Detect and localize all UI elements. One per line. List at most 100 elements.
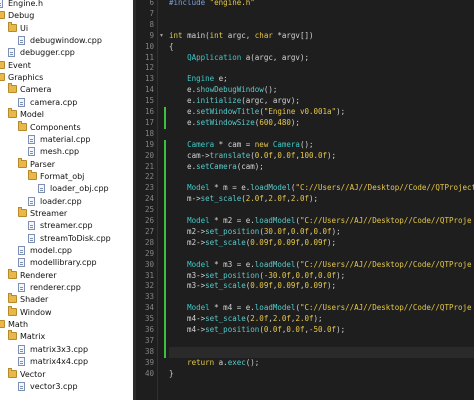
tree-file[interactable]: model.cpp [0,244,133,257]
tree-item-label: modellibrary.cpp [30,258,97,268]
code-line[interactable]: Model * m4 = e.loadModel("C://Users//AJ/… [169,303,471,314]
code-token: * cam = [214,139,255,149]
tree-item-label: mesh.cpp [40,147,80,157]
folder-icon [18,157,27,168]
tree-folder[interactable]: Vector [0,367,133,381]
code-line[interactable]: m4->set_position(0.0f,0.0f,-50.0f); [169,325,345,336]
tree-file[interactable]: matrix3x3.cpp [0,343,133,356]
code-editor[interactable]: 6 7 8 9 10 11 12 13 14 15 16 17 18 19 20 21 22 23 24 25 26 27… [136,0,474,400]
cpp-file-icon [28,196,35,206]
code-token: ); [327,281,337,291]
code-line[interactable]: cam->translate(0.0f,0.0f,100.0f); [169,151,336,162]
code-token: 0.0f [290,226,309,236]
code-line[interactable]: e.setCamera(cam); [169,162,264,173]
tree-folder[interactable]: Renderer [0,268,133,282]
code-line[interactable]: e.showDebugWindow(); [169,85,277,96]
tree-file[interactable]: material.cpp [0,133,133,146]
line-number: 27 [144,226,154,236]
folder-icon [0,60,5,69]
code-line[interactable]: m->set_scale(2.0f,2.0f,2.0f); [169,194,318,205]
folder-icon [0,73,5,82]
tree-folder[interactable]: Debug [0,9,133,22]
tree-item-label: camera.cpp [30,97,78,107]
tree-folder[interactable]: Components [0,120,133,134]
code-line[interactable]: } [169,369,174,380]
project-tree[interactable]: Engine.h Debug Ui debugwindow.cpp debugger.c… [0,0,133,400]
cpp-file-icon [18,246,25,255]
code-line[interactable]: Engine e; [169,74,228,85]
folder-icon [18,206,27,217]
code-line[interactable]: m3->set_scale(0.09f,0.09f,0.09f); [169,281,336,292]
code-line[interactable]: m3->set_position(-30.0f,0.0f,0.0f); [169,271,345,282]
folder-icon [18,120,27,131]
tree-folder[interactable]: Matrix [0,330,133,343]
tree-file[interactable]: loader_obj.cpp [0,182,133,195]
code-token: translate [209,150,251,160]
code-line[interactable]: Model * m3 = e.loadModel("C://Users//AJ/… [169,260,471,271]
line-number: 24 [144,194,154,204]
tree-folder[interactable]: Streamer [0,206,133,220]
code-line[interactable]: Model * m2 = e.loadModel("C://Users//AJ/… [169,216,471,227]
tree-file[interactable]: loader.cpp [0,195,133,208]
tree-file[interactable]: mesh.cpp [0,145,133,158]
code-token: Engine [187,74,215,84]
tree-folder[interactable]: Ui [0,21,133,35]
cpp-file-icon [18,36,25,46]
code-token: 2.0f [272,314,291,324]
code-token: m3-> [169,281,206,291]
code-token: initialize [196,96,242,106]
fold-toggle-icon[interactable]: ▾ [160,31,163,42]
code-line[interactable]: return a.exec(); [169,358,259,369]
tree-folder[interactable]: Camera [0,83,133,96]
code-line[interactable]: QApplication a(argc, argv); [169,53,309,64]
line-number: 14 [144,85,154,95]
tree-file[interactable]: debugger.cpp [0,46,133,59]
code-token: } [169,368,174,378]
code-line[interactable]: m4->set_scale(2.0f,2.0f,2.0f); [169,314,323,325]
code-line[interactable]: e.setWindowTitle("Engine v0.001a"); [169,107,345,118]
tree-file[interactable]: streamToDisk.cpp [0,232,133,245]
code-token: * m2 = e. [209,216,255,225]
tree-file[interactable]: vector3.cpp [0,380,133,393]
tree-file[interactable]: debugwindow.cpp [0,34,133,47]
code-line[interactable]: Camera * cam = new Camera(); [169,139,313,151]
code-token: setWindowSize [196,117,255,127]
tree-file[interactable]: matrix4x4.cpp [0,355,133,368]
tree-file[interactable]: streamer.cpp [0,219,133,232]
tree-folder[interactable]: Event [0,59,133,72]
code-token: e; [214,74,228,84]
code-line[interactable]: m2->set_position(30.0f,0.0f,0.0f); [169,227,341,238]
code-line[interactable]: e.initialize(argc, argv); [169,96,300,107]
code-token: (); [263,85,278,95]
code-line[interactable]: m2->set_scale(0.09f,0.09f,0.09f); [169,238,336,249]
code-token: 0.09f [277,237,300,247]
code-line[interactable]: int main(int argc, char *argv[]) [169,31,314,42]
tree-folder[interactable]: Graphics [0,71,133,84]
cpp-file-icon [28,221,35,231]
code-line[interactable]: { [169,42,174,53]
line-number: 21 [144,161,154,171]
code-token: (argc, argv); [241,96,300,106]
code-line[interactable]: Model * m = e.loadModel("C://Users//AJ//… [169,183,474,194]
tree-folder[interactable]: Shader [0,293,133,306]
tree-file[interactable]: modellibrary.cpp [0,256,133,269]
tree-item-label: debugwindow.cpp [30,36,102,46]
tree-folder[interactable]: Parser [0,157,133,171]
tree-item-label: Streamer [30,208,68,218]
code-line[interactable]: #include "engine.h" [169,0,255,9]
tree-file[interactable]: renderer.cpp [0,281,133,294]
tree-folder[interactable]: Math [0,318,133,331]
cpp-file-icon [38,184,45,194]
code-text-area[interactable]: #include "engine.h" int main(int argc, ch… [169,0,474,400]
code-token: 2.0f [245,194,264,204]
tree-file[interactable]: camera.cpp [0,96,133,109]
code-token: ); [313,314,323,324]
code-line[interactable]: e.setWindowSize(600,480); [169,118,300,129]
code-token: "C://Users//AJ//Desktop//Code//QTProject… [295,183,474,193]
code-token: set_position [205,270,260,280]
tree-folder[interactable]: Window [0,305,133,319]
code-token: char [254,30,278,40]
tree-folder[interactable]: Format_obj [0,169,133,183]
tree-folder[interactable]: Model [0,108,133,121]
code-token: ); [336,325,346,334]
